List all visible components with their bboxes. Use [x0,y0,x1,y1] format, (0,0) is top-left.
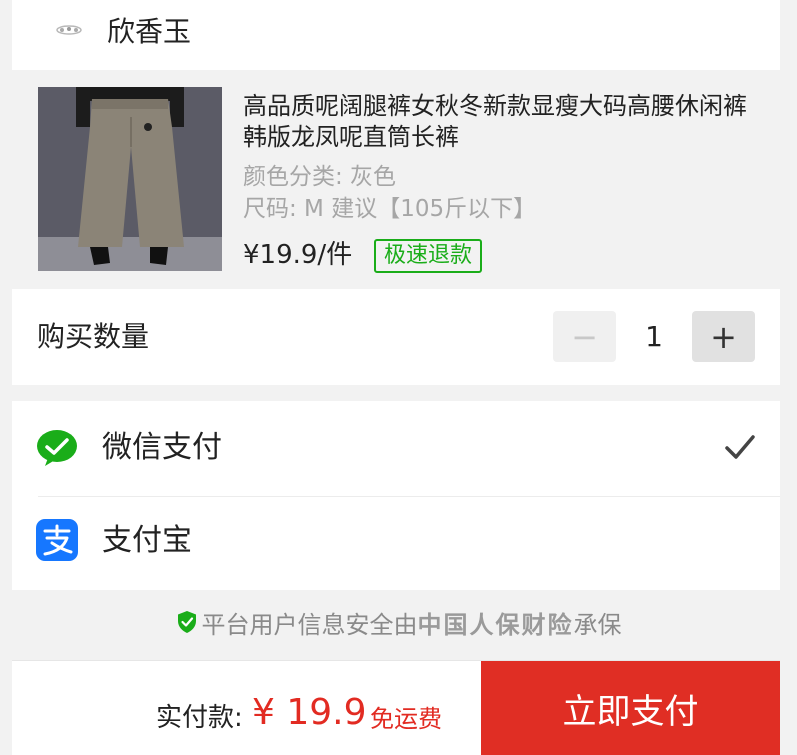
payment-option-wechat[interactable]: 微信支付 [12,401,780,495]
product-spec-color: 颜色分类: 灰色 [243,164,397,190]
free-shipping-label: 免运费 [370,705,442,733]
shop-header: 欣香玉 [12,0,780,70]
security-text: 平台用户信息安全由 [201,610,418,639]
security-notice: 平台用户信息安全由 中国人保财险 承保 [0,604,797,640]
product-spec-size: 尺码: M 建议【105斤以下】 [243,196,537,222]
insurer-name: 中国人保财险 [417,610,574,639]
shield-check-icon [177,611,196,633]
total-price: ¥ 19.9 [252,692,367,733]
quantity-row: 购买数量 − 1 + [12,289,780,385]
product-image[interactable] [38,87,222,271]
fast-refund-badge: 极速退款 [374,239,483,273]
security-suffix: 承保 [573,610,622,639]
quantity-decrease-button[interactable]: − [553,311,616,362]
product-price: ¥19.9/件 [243,240,353,270]
product-card: 高品质呢阔腿裤女秋冬新款显瘦大码高腰休闲裤韩版龙凤呢直筒长裤 颜色分类: 灰色 … [12,74,780,288]
wechat-pay-label: 微信支付 [102,430,222,465]
product-title[interactable]: 高品质呢阔腿裤女秋冬新款显瘦大码高腰休闲裤韩版龙凤呢直筒长裤 [243,91,763,153]
payment-method-list: 微信支付 支付宝 [12,401,780,590]
shop-name[interactable]: 欣香玉 [107,14,191,50]
checkout-bar: 实付款: ¥ 19.9 免运费 立即支付 [12,660,780,755]
wechat-pay-icon [36,427,78,469]
pay-now-button[interactable]: 立即支付 [481,661,780,755]
shop-logo-icon [52,18,86,42]
quantity-value[interactable]: 1 [616,311,692,362]
alipay-label: 支付宝 [102,523,192,558]
total-label: 实付款: [156,703,243,733]
quantity-increase-button[interactable]: + [692,311,755,362]
checkmark-icon [724,431,756,463]
quantity-label: 购买数量 [37,320,150,353]
alipay-icon [36,519,78,561]
payment-option-alipay[interactable]: 支付宝 [12,497,780,591]
